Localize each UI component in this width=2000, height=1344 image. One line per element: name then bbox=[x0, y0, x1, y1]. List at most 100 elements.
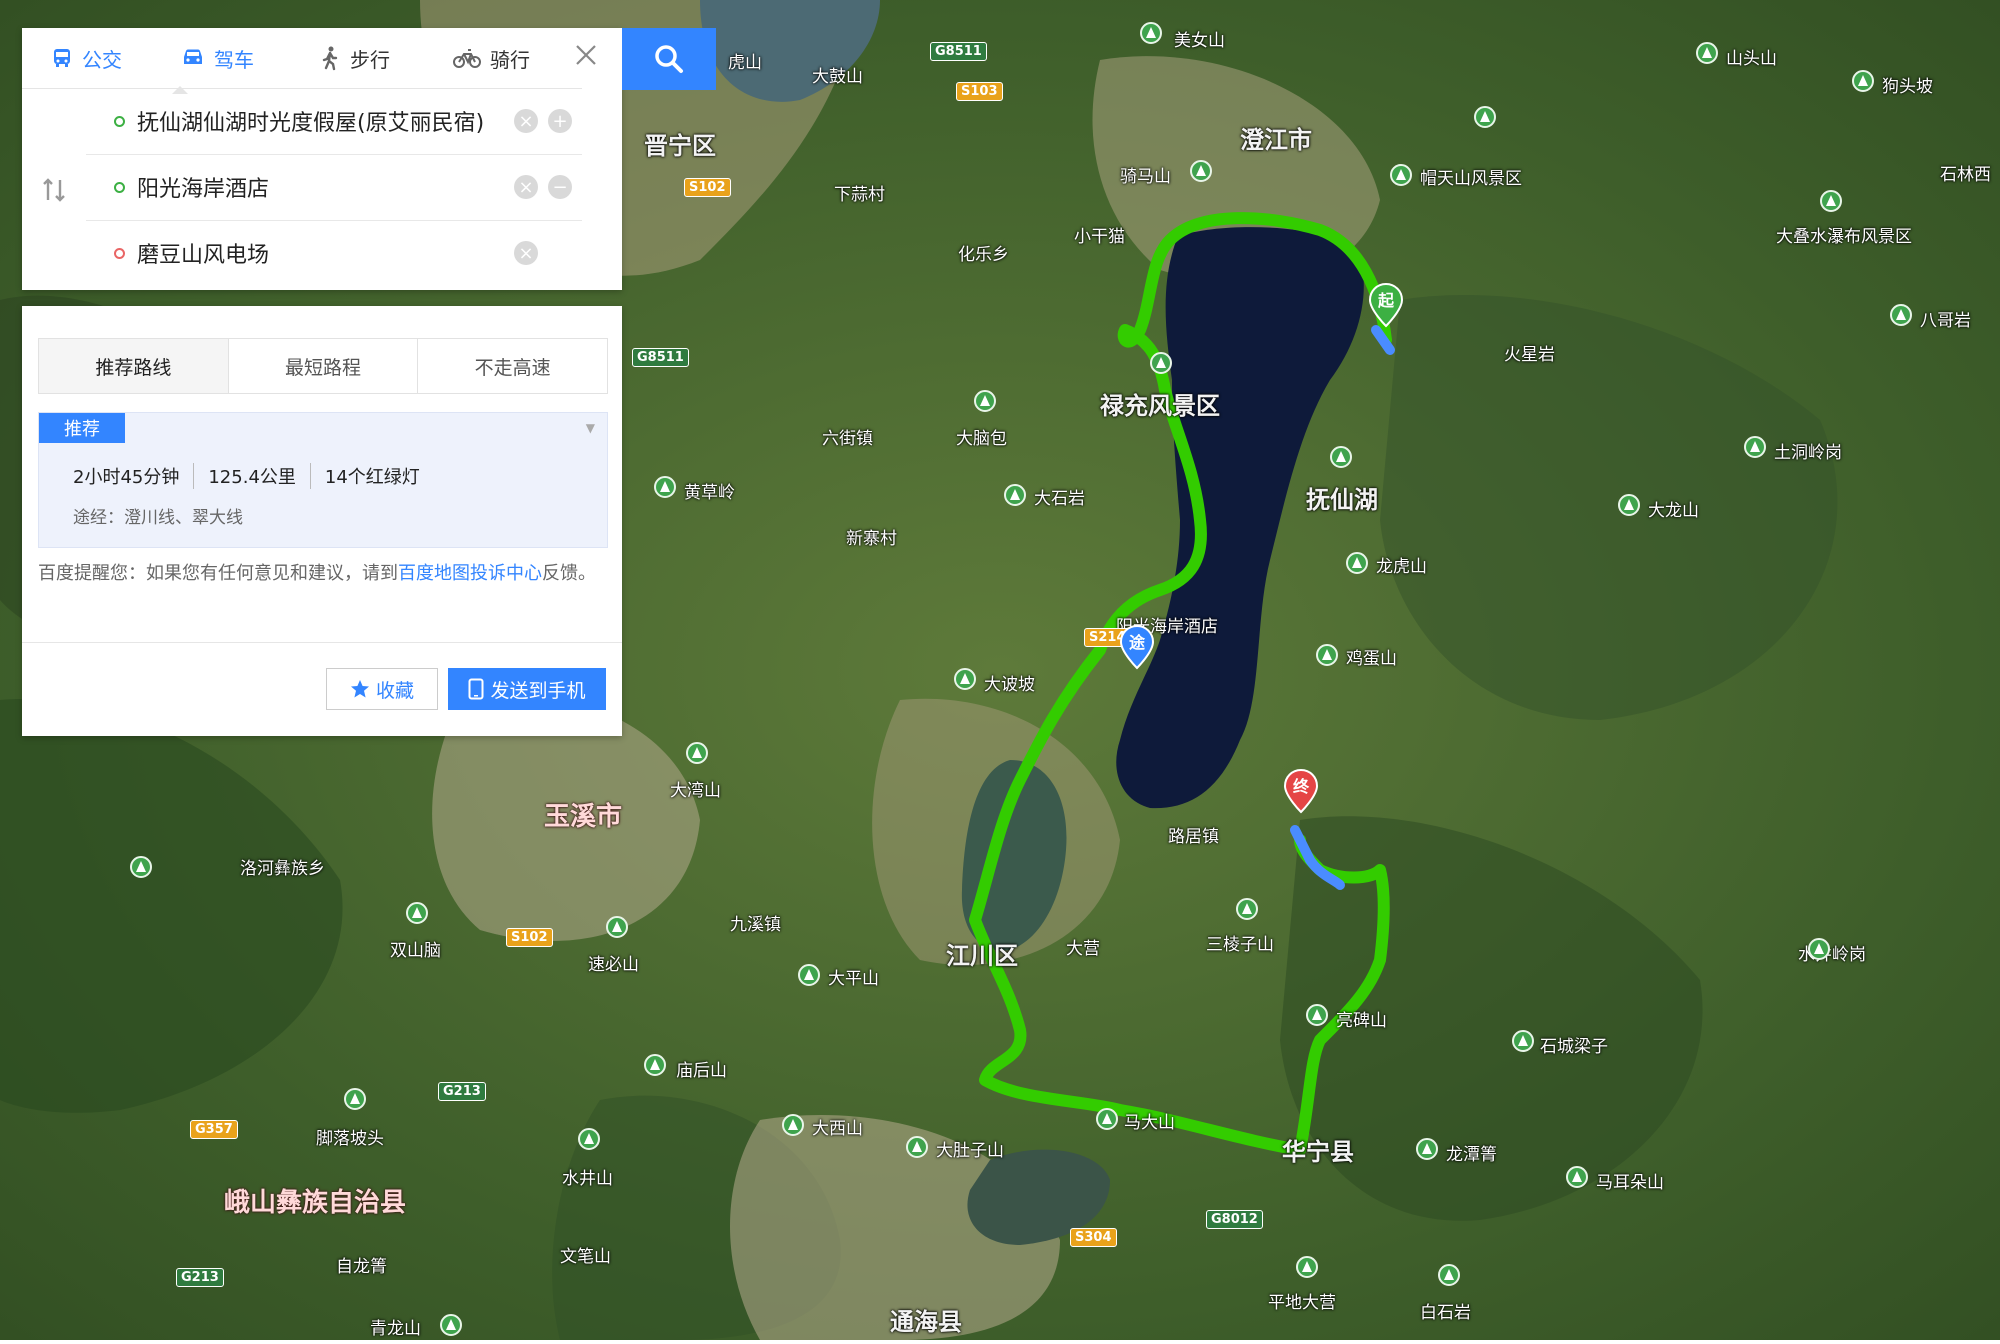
mountain-icon[interactable] bbox=[686, 742, 708, 764]
clear-via-button[interactable]: × bbox=[514, 175, 538, 199]
mountain-icon[interactable] bbox=[344, 1088, 366, 1110]
map-label-poi[interactable]: 化乐乡 bbox=[958, 240, 1009, 265]
add-waypoint-button[interactable]: + bbox=[548, 109, 572, 133]
mountain-icon[interactable] bbox=[1890, 304, 1912, 326]
clear-start-button[interactable]: × bbox=[514, 109, 538, 133]
search-button[interactable] bbox=[622, 28, 716, 90]
map-label-chengjiang[interactable]: 澄江市 bbox=[1240, 120, 1312, 155]
mountain-icon[interactable] bbox=[1150, 352, 1172, 374]
send-to-phone-button[interactable]: 发送到手机 bbox=[448, 668, 606, 710]
map-label-poi[interactable]: 大营 bbox=[1066, 934, 1100, 959]
route-end-input[interactable]: 磨豆山风电场 bbox=[137, 237, 514, 269]
tab-no-highway[interactable]: 不走高速 bbox=[418, 339, 608, 393]
map-label-luchong[interactable]: 禄充风景区 bbox=[1100, 386, 1220, 421]
map-label-poi[interactable]: 脚落坡头 bbox=[316, 1124, 384, 1149]
map-label-poi[interactable]: 虎山 bbox=[728, 48, 762, 73]
map-label-poi[interactable]: 平地大营 bbox=[1268, 1288, 1336, 1313]
mode-bus[interactable]: 公交 bbox=[50, 28, 122, 88]
map-label-poi[interactable]: 八哥岩 bbox=[1920, 306, 1971, 331]
map-label-poi[interactable]: 路居镇 bbox=[1168, 822, 1219, 847]
map-label-poi[interactable]: 大叠水瀑布风景区 bbox=[1776, 222, 1912, 247]
map-label-poi[interactable]: 双山脑 bbox=[390, 936, 441, 961]
route-end-row[interactable]: 磨豆山风电场 × bbox=[86, 220, 582, 286]
map-label-poi[interactable]: 鸡蛋山 bbox=[1346, 644, 1397, 669]
map-label-poi[interactable]: 大诐坡 bbox=[984, 670, 1035, 695]
map-label-poi[interactable]: 马大山 bbox=[1124, 1108, 1175, 1133]
map-label-poi[interactable]: 帽天山风景区 bbox=[1420, 164, 1522, 189]
map-label-poi[interactable]: 速必山 bbox=[588, 950, 639, 975]
map-label-jinning[interactable]: 晋宁区 bbox=[644, 126, 716, 161]
map-label-poi[interactable]: 小干猫 bbox=[1074, 222, 1125, 247]
map-label-poi[interactable]: 亮碑山 bbox=[1336, 1006, 1387, 1031]
mountain-icon[interactable] bbox=[782, 1114, 804, 1136]
map-label-poi[interactable]: 青龙山 bbox=[370, 1314, 421, 1339]
map-label-tonghai[interactable]: 通海县 bbox=[890, 1302, 962, 1337]
map-label-poi[interactable]: 大鼓山 bbox=[812, 62, 863, 87]
mountain-icon[interactable] bbox=[1296, 1256, 1318, 1278]
map-label-poi[interactable]: 六街镇 bbox=[822, 424, 873, 449]
mode-bike[interactable]: 骑行 bbox=[452, 28, 530, 88]
map-label-poi[interactable]: 大石岩 bbox=[1034, 484, 1085, 509]
mountain-icon[interactable] bbox=[974, 390, 996, 412]
map-label-poi[interactable]: 大湾山 bbox=[670, 776, 721, 801]
map-label-poi[interactable]: 自龙箐 bbox=[336, 1252, 387, 1277]
mountain-icon[interactable] bbox=[1004, 484, 1026, 506]
mountain-icon[interactable] bbox=[906, 1136, 928, 1158]
via-marker[interactable]: 途 bbox=[1118, 624, 1156, 670]
mountain-icon[interactable] bbox=[130, 856, 152, 878]
route-start-row[interactable]: 抚仙湖仙湖时光度假屋(原艾丽民宿) × + bbox=[86, 88, 582, 155]
mode-walk[interactable]: 步行 bbox=[318, 28, 390, 88]
favorite-button[interactable]: 收藏 bbox=[326, 668, 438, 710]
map-label-poi[interactable]: 骑马山 bbox=[1120, 162, 1171, 187]
complaint-center-link[interactable]: 百度地图投诉中心 bbox=[398, 563, 542, 584]
map-label-poi[interactable]: 山头山 bbox=[1726, 44, 1777, 69]
mountain-icon[interactable] bbox=[1820, 190, 1842, 212]
tab-shortest[interactable]: 最短路程 bbox=[228, 339, 419, 393]
map-label-poi[interactable]: 洛河彝族乡 bbox=[240, 854, 325, 879]
mountain-icon[interactable] bbox=[1744, 436, 1766, 458]
map-label-poi[interactable]: 美女山 bbox=[1174, 26, 1225, 51]
close-button[interactable] bbox=[570, 42, 602, 74]
clear-end-button[interactable]: × bbox=[514, 241, 538, 265]
mountain-icon[interactable] bbox=[440, 1314, 462, 1336]
swap-route-button[interactable] bbox=[40, 176, 68, 210]
map-label-poi[interactable]: 白石岩 bbox=[1420, 1298, 1471, 1323]
mountain-icon[interactable] bbox=[1438, 1264, 1460, 1286]
end-marker[interactable]: 终 bbox=[1282, 768, 1320, 814]
mountain-icon[interactable] bbox=[1390, 164, 1412, 186]
map-label-poi[interactable]: 大西山 bbox=[812, 1114, 863, 1139]
remove-waypoint-button[interactable]: − bbox=[548, 175, 572, 199]
route-via-row[interactable]: 阳光海岸酒店 × − bbox=[86, 154, 582, 221]
mountain-icon[interactable] bbox=[1330, 446, 1352, 468]
mountain-icon[interactable] bbox=[798, 964, 820, 986]
mountain-icon[interactable] bbox=[1096, 1108, 1118, 1130]
map-label-jiangchuan[interactable]: 江川区 bbox=[946, 936, 1018, 971]
map-label-huaning[interactable]: 华宁县 bbox=[1282, 1132, 1354, 1167]
mountain-icon[interactable] bbox=[1140, 22, 1162, 44]
map-label-poi[interactable]: 马耳朵山 bbox=[1596, 1168, 1664, 1193]
mountain-icon[interactable] bbox=[406, 902, 428, 924]
recommended-route-card[interactable]: 推荐 ▼ 2小时45分钟 125.4公里 14个红绿灯 途经：澄川线、翠大线 bbox=[38, 412, 608, 548]
mountain-icon[interactable] bbox=[1696, 42, 1718, 64]
map-label-poi[interactable]: 九溪镇 bbox=[730, 910, 781, 935]
map-label-poi[interactable]: 石城梁子 bbox=[1540, 1032, 1608, 1057]
route-via-input[interactable]: 阳光海岸酒店 bbox=[137, 171, 514, 203]
route-start-input[interactable]: 抚仙湖仙湖时光度假屋(原艾丽民宿) bbox=[137, 105, 514, 137]
map-label-eshan[interactable]: 峨山彝族自治县 bbox=[224, 1182, 406, 1219]
mountain-icon[interactable] bbox=[578, 1128, 600, 1150]
mountain-icon[interactable] bbox=[1474, 106, 1496, 128]
mountain-icon[interactable] bbox=[1416, 1138, 1438, 1160]
mountain-icon[interactable] bbox=[1512, 1030, 1534, 1052]
map-label-poi[interactable]: 黄草岭 bbox=[684, 478, 735, 503]
mountain-icon[interactable] bbox=[1808, 938, 1830, 960]
mountain-icon[interactable] bbox=[1236, 898, 1258, 920]
tab-recommended[interactable]: 推荐路线 bbox=[39, 339, 229, 393]
mountain-icon[interactable] bbox=[1566, 1166, 1588, 1188]
map-label-poi[interactable]: 大平山 bbox=[828, 964, 879, 989]
map-label-poi[interactable]: 石林西 bbox=[1940, 160, 1991, 185]
map-label-poi[interactable]: 龙潭箐 bbox=[1446, 1140, 1497, 1165]
mountain-icon[interactable] bbox=[644, 1054, 666, 1076]
mountain-icon[interactable] bbox=[1306, 1004, 1328, 1026]
mountain-icon[interactable] bbox=[1316, 644, 1338, 666]
mountain-icon[interactable] bbox=[654, 476, 676, 498]
